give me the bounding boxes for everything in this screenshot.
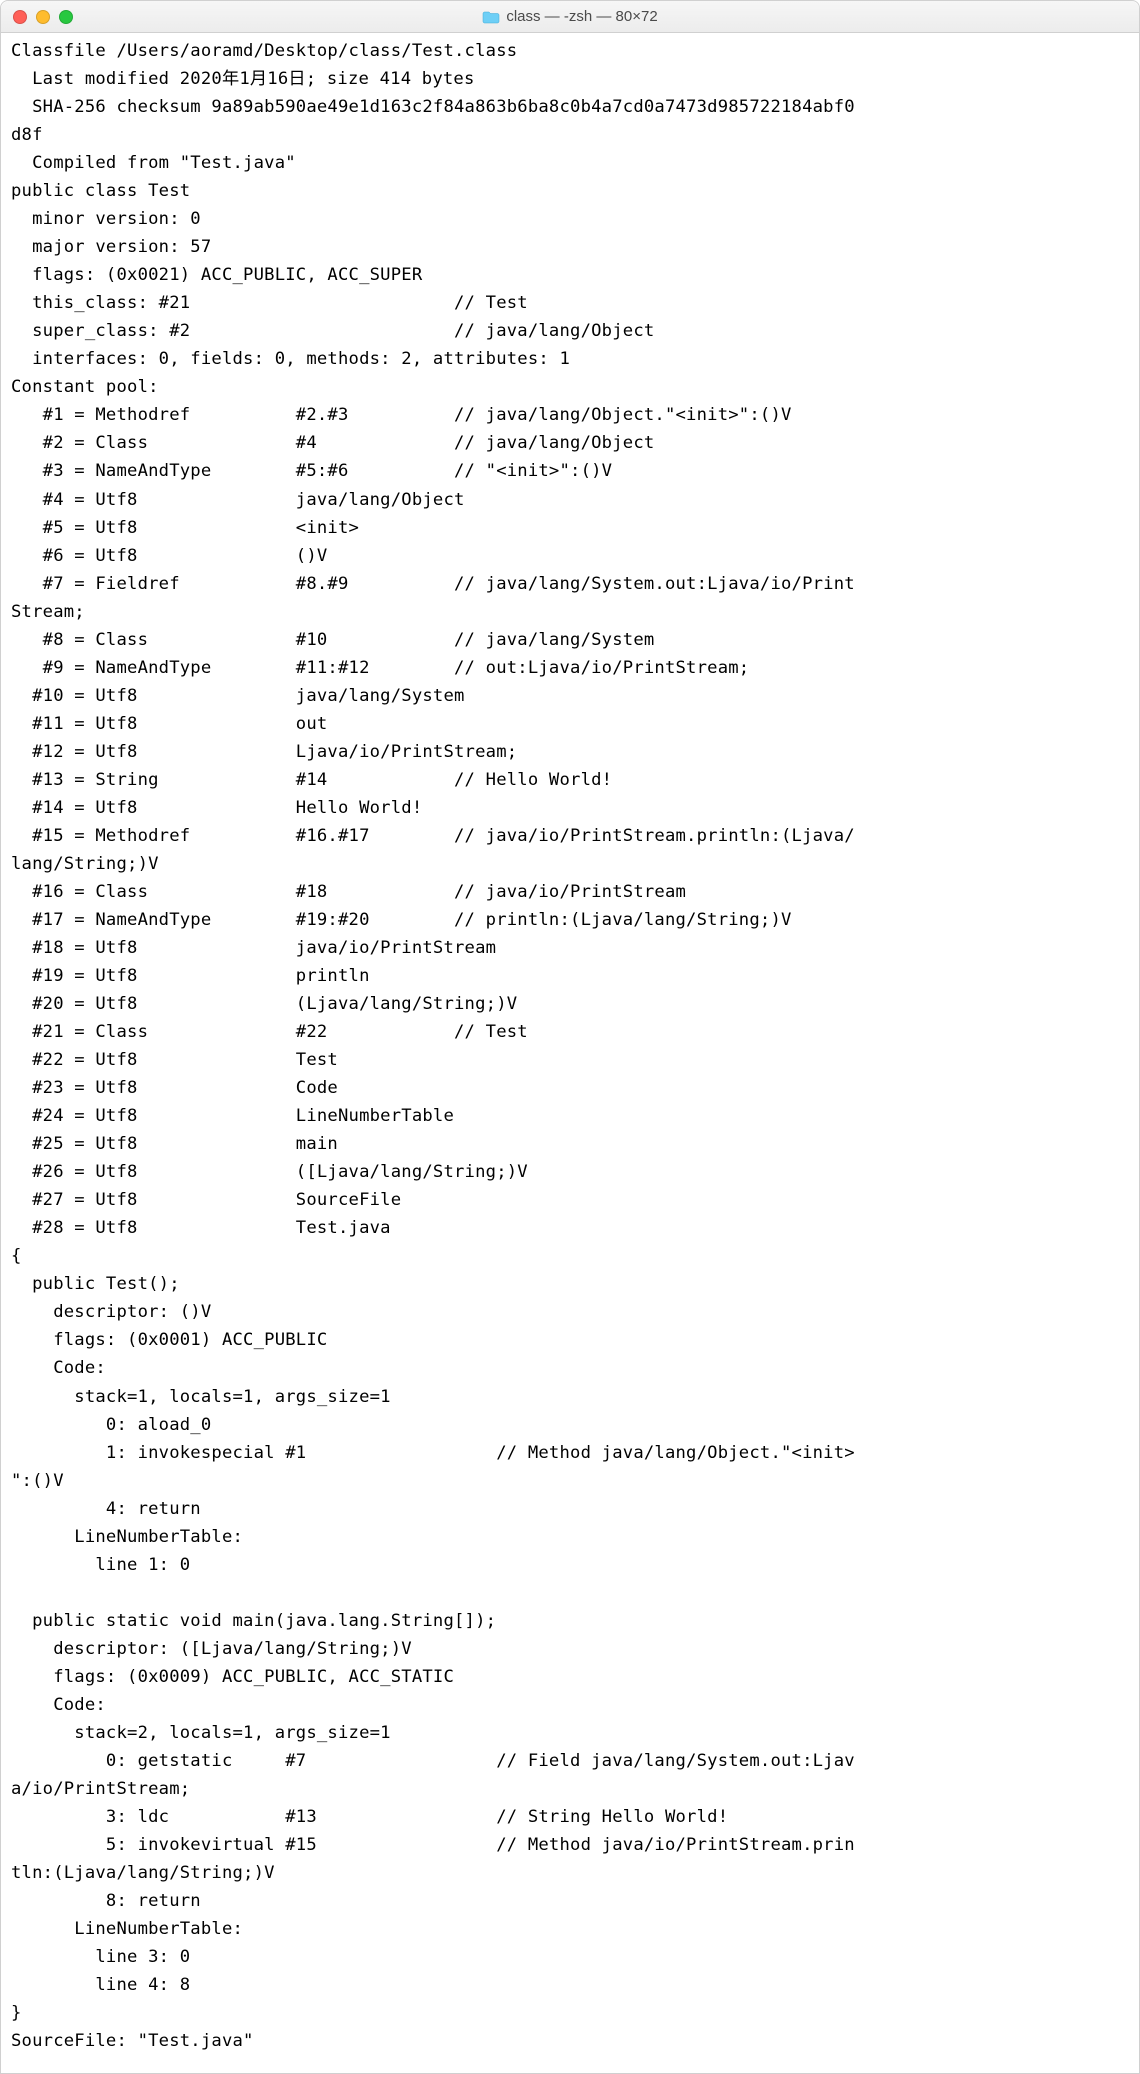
close-icon[interactable] [13,10,27,24]
minimize-icon[interactable] [36,10,50,24]
traffic-lights [13,10,73,24]
terminal-output[interactable]: Classfile /Users/aoramd/Desktop/class/Te… [1,33,1139,2073]
window-title-wrap: class — -zsh — 80×72 [1,8,1139,25]
maximize-icon[interactable] [59,10,73,24]
terminal-window: class — -zsh — 80×72 Classfile /Users/ao… [0,0,1140,2074]
folder-icon [482,10,500,24]
titlebar[interactable]: class — -zsh — 80×72 [1,1,1139,33]
window-title: class — -zsh — 80×72 [506,8,657,25]
